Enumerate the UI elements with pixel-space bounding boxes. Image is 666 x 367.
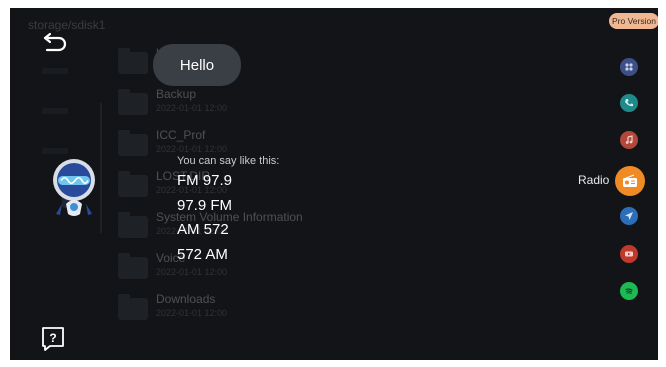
bg-folder-name: Backup <box>156 87 197 101</box>
voice-assistant-robot <box>48 158 100 222</box>
suggestion-572-am[interactable]: 572 AM <box>177 246 228 263</box>
radio-icon <box>623 174 637 187</box>
screen: storage/sdisk1 bobeidefaults 2022-01-01 … <box>10 8 658 360</box>
folder-icon <box>118 212 148 238</box>
folder-icon <box>118 48 148 74</box>
bg-folder-item: Voice 2022-01-01 12:00 <box>118 249 358 285</box>
navigation-button[interactable] <box>620 207 638 225</box>
suggestion-fm-97-9[interactable]: FM 97.9 <box>177 172 232 189</box>
suggestion-am-572[interactable]: AM 572 <box>177 221 229 238</box>
folder-icon <box>118 89 148 115</box>
bg-folder-name: ICC_Prof <box>156 128 206 142</box>
back-arrow-icon <box>43 32 67 52</box>
bg-folder-item: System Volume Information 2022-01-01 12:… <box>118 208 358 244</box>
radio-button[interactable] <box>615 166 645 196</box>
spotify-icon <box>625 288 633 294</box>
bg-folder-meta: 2022-01-01 12:00 <box>156 144 228 154</box>
radio-label: Radio <box>578 173 610 187</box>
video-button[interactable] <box>620 245 638 263</box>
folder-icon <box>118 253 148 279</box>
folder-icon <box>118 130 148 156</box>
navigation-icon <box>625 212 633 220</box>
bg-folder-name: Downloads <box>156 292 216 306</box>
video-icon <box>625 251 633 257</box>
bg-folder-meta: 2022-01-01 12:00 <box>156 103 228 113</box>
robot-icon <box>53 159 95 216</box>
help-button[interactable]: ? <box>41 326 65 352</box>
bg-folder-meta: 2022-01-01 12:00 <box>156 267 228 277</box>
hint-title: You can say like this: <box>177 155 280 167</box>
svg-text:?: ? <box>49 331 56 345</box>
bg-folder-item: Backup 2022-01-01 12:00 <box>118 85 358 121</box>
folder-icon <box>118 171 148 197</box>
pro-version-badge[interactable]: Pro Version <box>609 13 658 29</box>
back-button[interactable] <box>40 30 70 56</box>
bg-folder-item: Downloads 2022-01-01 12:00 <box>118 290 358 326</box>
question-bubble-icon: ? <box>42 327 64 351</box>
folder-icon <box>118 294 148 320</box>
bg-divider <box>100 103 102 233</box>
music-icon <box>625 135 633 144</box>
bg-folder-meta: 2022-01-01 12:00 <box>156 308 228 318</box>
suggestion-97-9-fm[interactable]: 97.9 FM <box>177 197 232 214</box>
spotify-button[interactable] <box>620 282 638 300</box>
music-button[interactable] <box>620 131 638 149</box>
phone-button[interactable] <box>620 94 638 112</box>
phone-icon <box>625 99 633 107</box>
greeting-bubble: Hello <box>153 44 241 86</box>
apps-icon <box>625 63 633 71</box>
background-file-browser: storage/sdisk1 bobeidefaults 2022-01-01 … <box>10 8 658 360</box>
apps-button[interactable] <box>620 58 638 76</box>
bg-folder-item: LOST.DIR 2022-01-01 12:00 <box>118 167 358 203</box>
